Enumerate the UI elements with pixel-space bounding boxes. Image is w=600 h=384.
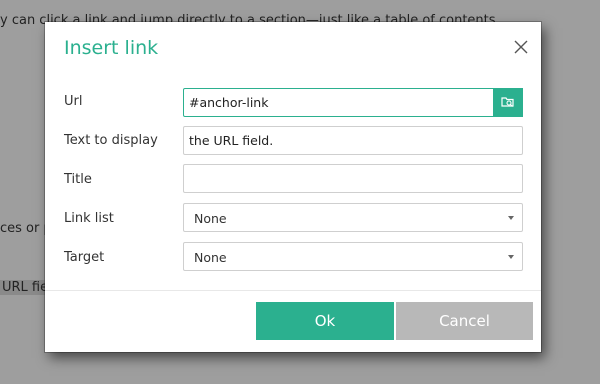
dialog-title: Insert link [64, 37, 159, 59]
close-button[interactable] [511, 37, 531, 57]
browse-button[interactable] [493, 88, 523, 117]
url-field [183, 88, 523, 117]
caret-down-icon [508, 216, 514, 220]
link-list-value: None [194, 211, 227, 226]
text-to-display-label: Text to display [64, 133, 158, 148]
url-label: Url [64, 94, 83, 109]
footer-divider [45, 290, 541, 291]
title-label: Title [64, 172, 92, 187]
title-input[interactable] [184, 165, 522, 192]
target-select[interactable]: None [183, 242, 523, 271]
browse-folder-icon [501, 97, 514, 107]
cancel-button[interactable]: Cancel [396, 302, 533, 340]
target-label: Target [64, 250, 105, 265]
link-list-select[interactable]: None [183, 203, 523, 232]
insert-link-dialog: Insert link Url Text to display Title Li… [45, 22, 541, 352]
title-field [183, 164, 523, 193]
link-list-label: Link list [64, 211, 114, 226]
target-value: None [194, 250, 227, 265]
ok-button[interactable]: Ok [256, 302, 394, 340]
dialog-header: Insert link [45, 22, 541, 72]
text-to-display-field [183, 126, 523, 155]
text-to-display-input[interactable] [184, 127, 522, 154]
background-text-line-2: ces or p [0, 221, 52, 236]
url-input[interactable] [184, 89, 494, 116]
close-icon [514, 40, 528, 54]
caret-down-icon [508, 255, 514, 259]
